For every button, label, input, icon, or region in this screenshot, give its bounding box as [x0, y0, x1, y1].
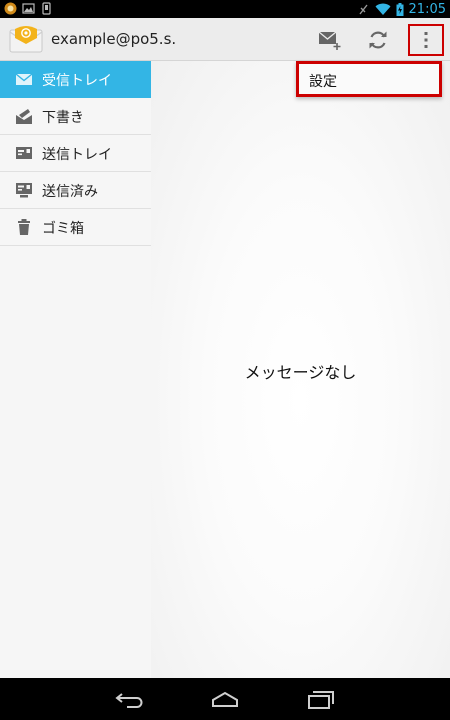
folder-label: 下書き [42, 110, 84, 126]
overflow-menu-button[interactable] [408, 24, 444, 56]
folder-drafts[interactable]: 下書き [0, 98, 151, 135]
trash-icon [18, 219, 30, 235]
home-icon [212, 691, 238, 707]
back-icon [115, 693, 143, 708]
status-clock: 21:05 [408, 1, 446, 17]
status-bar-system: 21:05 [357, 0, 446, 18]
drafts-icon [16, 109, 32, 124]
folder-trash[interactable]: ゴミ箱 [0, 209, 151, 246]
recent-apps-button[interactable] [303, 686, 339, 712]
empty-state-message: メッセージなし [244, 363, 357, 382]
wifi-icon [375, 3, 391, 15]
folder-outbox[interactable]: 送信トレイ [0, 135, 151, 172]
refresh-button[interactable] [358, 18, 398, 61]
vibrate-icon [358, 4, 368, 14]
folder-label: 送信済み [42, 184, 98, 200]
overflow-menu-icon [424, 32, 428, 48]
message-list[interactable]: メッセージなし [151, 61, 450, 678]
inbox-icon [16, 73, 32, 85]
folder-sidebar: 受信トレイ 下書き 送信トレイ 送信済み ゴミ箱 [0, 61, 151, 246]
action-bar: example@po5.s. [0, 18, 450, 61]
navigation-bar [0, 678, 450, 720]
battery-icon [396, 2, 404, 16]
overflow-popup-menu: 設定 [296, 61, 442, 97]
folder-label: 受信トレイ [42, 73, 112, 89]
gallery-icon [22, 3, 35, 14]
compose-button[interactable] [310, 18, 350, 61]
sent-icon [16, 183, 32, 198]
refresh-icon [369, 31, 387, 48]
compose-icon [318, 30, 341, 50]
folder-inbox[interactable]: 受信トレイ [0, 61, 151, 98]
back-button[interactable] [112, 686, 148, 712]
account-label[interactable]: example@po5.s. [51, 30, 176, 48]
notification-app-icon [4, 2, 17, 15]
folder-label: ゴミ箱 [42, 221, 84, 237]
status-bar-notifications [4, 2, 53, 15]
mail-app-icon[interactable] [9, 25, 43, 53]
folder-sent[interactable]: 送信済み [0, 172, 151, 209]
menu-item-settings[interactable]: 設定 [309, 71, 337, 91]
device-icon [42, 2, 51, 15]
home-button[interactable] [207, 686, 243, 712]
outbox-icon [16, 147, 32, 159]
recent-apps-icon [308, 691, 334, 709]
status-bar: 21:05 [0, 0, 450, 18]
folder-label: 送信トレイ [42, 147, 112, 163]
